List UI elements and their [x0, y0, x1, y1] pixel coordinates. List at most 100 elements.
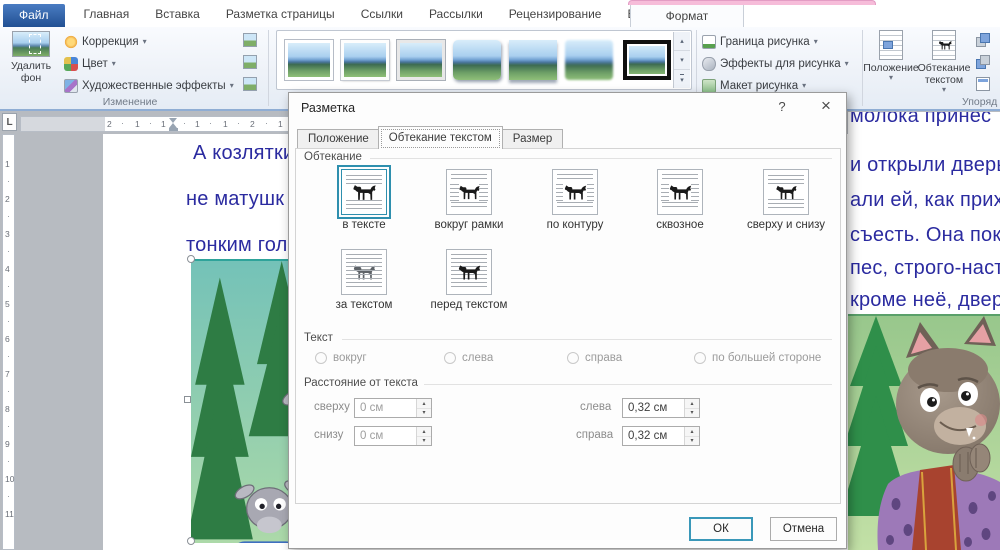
- distance-top-label: сверху: [314, 401, 350, 413]
- wrap-text-button[interactable]: Обтекание текстом ▾: [918, 30, 970, 102]
- tab-file[interactable]: Файл: [3, 4, 65, 27]
- doc-text-line: кроме неё, двер: [850, 289, 1000, 312]
- group-separator: [268, 30, 269, 106]
- gallery-up-button[interactable]: ▴: [674, 32, 690, 51]
- dialog-tab-position[interactable]: Положение: [297, 129, 379, 149]
- wrap-inline-icon: [341, 169, 387, 215]
- selection-handle[interactable]: [187, 255, 195, 263]
- picture-layout-icon: [702, 79, 716, 93]
- tab-file-label: Файл: [19, 8, 49, 22]
- wrap-through-icon: [657, 169, 703, 215]
- remove-background-button[interactable]: Удалить фон: [4, 31, 58, 97]
- distance-left-field[interactable]: 0,32 см ▴▾: [622, 398, 700, 418]
- wrap-in-front-icon: [446, 249, 492, 295]
- doc-text-line: али ей, как прихо: [850, 189, 1000, 212]
- change-picture-icon[interactable]: [243, 55, 257, 69]
- wrap-option-through[interactable]: сквозное: [628, 169, 732, 231]
- picture-style-thumb[interactable]: [341, 40, 389, 80]
- artistic-effects-icon: [64, 79, 78, 93]
- gallery-down-button[interactable]: ▾: [674, 51, 690, 70]
- selection-handle[interactable]: [184, 396, 191, 403]
- tab-page-layout[interactable]: Разметка страницы: [213, 2, 348, 27]
- wrap-option-in-front[interactable]: перед текстом: [417, 249, 521, 311]
- wrap-option-inline[interactable]: в тексте: [312, 169, 416, 231]
- picture-effects-icon: [702, 57, 716, 71]
- wrap-option-square[interactable]: вокруг рамки: [417, 169, 521, 231]
- tab-review[interactable]: Рецензирование: [496, 2, 615, 27]
- radio-icon: [567, 352, 579, 364]
- chevron-down-icon: ▾: [845, 60, 849, 68]
- compress-pictures-icon[interactable]: [243, 33, 257, 47]
- wolf-illustration[interactable]: [848, 314, 1000, 550]
- dialog-tab-text-wrapping[interactable]: Обтекание текстом: [378, 126, 503, 149]
- ribbon-tab-bar: Файл Главная Вставка Разметка страницы С…: [0, 0, 1000, 27]
- tab-insert[interactable]: Вставка: [142, 2, 213, 27]
- wrap-option-top-bottom[interactable]: сверху и снизу: [734, 169, 838, 231]
- dialog-tab-size[interactable]: Размер: [502, 129, 564, 149]
- spin-down-icon[interactable]: ▾: [417, 437, 431, 446]
- spin-down-icon[interactable]: ▾: [685, 409, 699, 418]
- tab-format[interactable]: Формат: [630, 5, 744, 27]
- radio-wrap-right[interactable]: справа: [567, 352, 622, 364]
- chevron-down-icon: ▾: [143, 38, 147, 46]
- reset-picture-icon[interactable]: [243, 77, 257, 91]
- spin-up-icon[interactable]: ▴: [417, 427, 431, 437]
- help-icon[interactable]: ?: [772, 99, 792, 117]
- indent-marker[interactable]: [169, 118, 178, 131]
- tab-selector[interactable]: L: [2, 113, 17, 131]
- distance-bottom-label: снизу: [314, 429, 343, 441]
- picture-style-thumb[interactable]: [565, 40, 613, 80]
- spin-up-icon[interactable]: ▴: [417, 399, 431, 409]
- remove-background-icon: [12, 31, 50, 57]
- picture-effects-button[interactable]: Эффекты для рисунка ▾: [702, 55, 849, 73]
- picture-style-thumb[interactable]: [453, 40, 501, 80]
- artistic-effects-button[interactable]: Художественные эффекты ▾: [64, 77, 234, 95]
- tab-home[interactable]: Главная: [71, 2, 143, 27]
- position-button[interactable]: Положение ▾: [866, 30, 916, 102]
- tab-mailings[interactable]: Рассылки: [416, 2, 496, 27]
- doc-text-line: и открыли дверь,: [850, 154, 1000, 177]
- selection-pane-icon[interactable]: [976, 77, 990, 91]
- wrap-section-label: Обтекание: [304, 151, 368, 163]
- gallery-more-button[interactable]: ▾: [674, 70, 690, 88]
- distance-bottom-field[interactable]: 0 см ▴▾: [354, 426, 432, 446]
- corrections-button[interactable]: Коррекция ▾: [64, 33, 147, 51]
- dialog-tabs: Положение Обтекание текстом Размер: [297, 126, 563, 149]
- layout-dialog: Разметка ? × Положение Обтекание текстом…: [288, 92, 847, 549]
- radio-icon: [315, 352, 327, 364]
- distance-right-field[interactable]: 0,32 см ▴▾: [622, 426, 700, 446]
- wrap-text-icon: [932, 30, 956, 60]
- gallery-scroll: ▴ ▾ ▾: [673, 32, 690, 88]
- distance-top-field[interactable]: 0 см ▴▾: [354, 398, 432, 418]
- selection-handle[interactable]: [187, 537, 195, 545]
- document-page-right[interactable]: молока принес и открыли дверь, али ей, к…: [848, 112, 1000, 550]
- radio-wrap-left[interactable]: слева: [444, 352, 493, 364]
- corrections-icon: [64, 35, 78, 49]
- radio-wrap-largest[interactable]: по большей стороне: [694, 352, 821, 364]
- vertical-ruler[interactable]: 1 2 3 4 5 6 7 8 9 10 11: [2, 134, 15, 550]
- spin-down-icon[interactable]: ▾: [417, 409, 431, 418]
- doc-text-line: А козлятки: [193, 142, 294, 165]
- wrap-option-behind[interactable]: за текстом: [312, 249, 416, 311]
- spin-down-icon[interactable]: ▾: [685, 437, 699, 446]
- color-button[interactable]: Цвет ▾: [64, 55, 116, 73]
- wrap-option-tight[interactable]: по контуру: [523, 169, 627, 231]
- ok-button[interactable]: ОК: [689, 517, 753, 541]
- radio-wrap-both[interactable]: вокруг: [315, 352, 367, 364]
- text-section-label: Текст: [304, 332, 339, 344]
- picture-style-thumb[interactable]: [397, 40, 445, 80]
- send-backward-icon[interactable]: [976, 55, 990, 69]
- picture-style-thumb[interactable]: [285, 40, 333, 80]
- picture-border-button[interactable]: Граница рисунка ▾: [702, 33, 818, 51]
- doc-text-line: не матушк: [186, 188, 284, 211]
- picture-style-thumb[interactable]: [509, 40, 557, 80]
- spin-up-icon[interactable]: ▴: [685, 427, 699, 437]
- tab-references[interactable]: Ссылки: [348, 2, 416, 27]
- cancel-button[interactable]: Отмена: [770, 517, 837, 541]
- picture-style-thumb-selected[interactable]: [623, 40, 671, 80]
- close-icon[interactable]: ×: [813, 96, 839, 117]
- radio-icon: [444, 352, 456, 364]
- bring-forward-icon[interactable]: [976, 33, 990, 47]
- spin-up-icon[interactable]: ▴: [685, 399, 699, 409]
- horizontal-ruler[interactable]: 2 1 1 1 1 2 1: [20, 116, 292, 132]
